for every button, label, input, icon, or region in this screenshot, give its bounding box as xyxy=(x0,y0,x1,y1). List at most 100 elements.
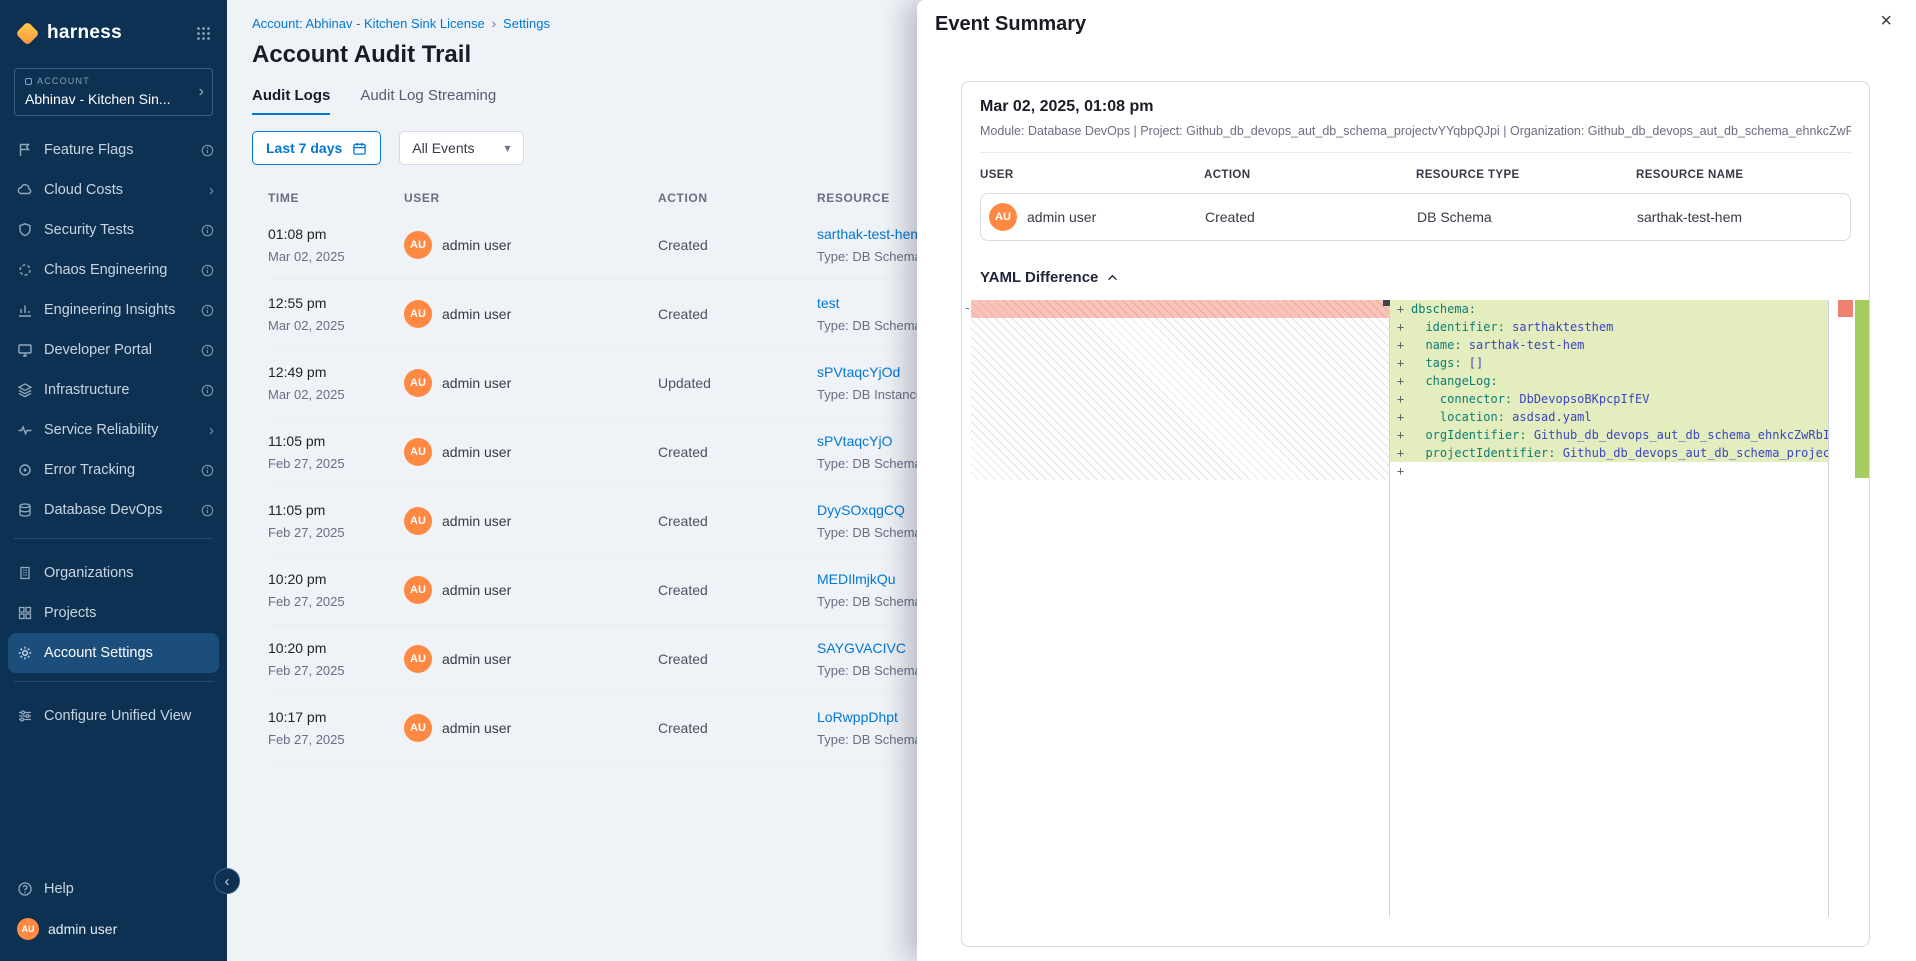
general-nav: Organizations Projects Account Settings xyxy=(0,547,227,673)
diff-added-line: + identifier: sarthaktesthem xyxy=(1390,318,1828,336)
event-summary-drawer: Event Summary × Mar 02, 2025, 01:08 pm M… xyxy=(917,0,1916,961)
diff-added-line: + changeLog: xyxy=(1390,372,1828,390)
sidebar-item-database-devops[interactable]: Database DevOps xyxy=(0,490,227,530)
sidebar: harness ACCOUNT Abhinav - Kitchen Sin...… xyxy=(0,0,227,961)
user-name: admin user xyxy=(48,921,117,937)
avatar: AU xyxy=(404,576,432,604)
cloud-icon xyxy=(17,182,33,198)
avatar: AU xyxy=(404,645,432,673)
sidebar-divider xyxy=(14,538,213,539)
sidebar-bottom: Help AU admin user xyxy=(0,869,227,961)
layers-icon xyxy=(17,382,33,398)
diff-removed-band xyxy=(971,300,1389,318)
module-nav: Feature Flags Cloud Costs › Security Tes… xyxy=(0,124,227,530)
shield-icon xyxy=(17,222,33,238)
event-resource-name: sarthak-test-hem xyxy=(1637,209,1850,225)
event-meta: Module: Database DevOps | Project: Githu… xyxy=(980,124,1851,153)
info-icon xyxy=(201,264,214,277)
chevron-up-icon xyxy=(1107,274,1118,281)
event-summary-card: Mar 02, 2025, 01:08 pm Module: Database … xyxy=(961,81,1870,947)
sidebar-item-account-settings[interactable]: Account Settings xyxy=(8,633,219,673)
bar-chart-icon xyxy=(17,302,33,318)
target-icon xyxy=(17,462,33,478)
event-action: Created xyxy=(1205,209,1417,225)
sidebar-item-configure-unified-view[interactable]: Configure Unified View xyxy=(0,696,227,736)
diff-added-line: + orgIdentifier: Github_db_devops_aut_db… xyxy=(1390,426,1828,444)
diff-minimap-added[interactable] xyxy=(1855,300,1869,478)
sidebar-item-developer-portal[interactable]: Developer Portal xyxy=(0,330,227,370)
sidebar-item-projects[interactable]: Projects xyxy=(0,593,227,633)
sidebar-item-cloud-costs[interactable]: Cloud Costs › xyxy=(0,170,227,210)
account-selector[interactable]: ACCOUNT Abhinav - Kitchen Sin... › xyxy=(14,68,213,116)
info-icon xyxy=(201,384,214,397)
info-icon xyxy=(201,504,214,517)
drawer-title: Event Summary xyxy=(935,13,1086,36)
tab-audit-log-streaming[interactable]: Audit Log Streaming xyxy=(360,87,496,115)
chevron-right-icon: › xyxy=(209,423,214,438)
diff-added-line: + connector: DbDevopsoBKpcpIfEV xyxy=(1390,390,1828,408)
sidebar-item-service-reliability[interactable]: Service Reliability › xyxy=(0,410,227,450)
app-grid-icon[interactable] xyxy=(196,26,211,41)
chevron-right-icon: › xyxy=(209,183,214,198)
avatar: AU xyxy=(404,714,432,742)
info-icon xyxy=(201,464,214,477)
sidebar-item-organizations[interactable]: Organizations xyxy=(0,553,227,593)
diff-trailing-line: + xyxy=(1390,462,1828,480)
calendar-icon xyxy=(352,141,367,156)
info-icon xyxy=(201,224,214,237)
harness-logo-text: harness xyxy=(47,22,122,44)
sidebar-collapse-button[interactable]: ‹ xyxy=(214,868,240,894)
sliders-icon xyxy=(17,708,33,724)
diff-added-line: + tags: [] xyxy=(1390,354,1828,372)
sidebar-item-help[interactable]: Help xyxy=(0,869,227,909)
sidebar-item-engineering-insights[interactable]: Engineering Insights xyxy=(0,290,227,330)
event-detail-table: USER ACTION RESOURCE TYPE RESOURCE NAME … xyxy=(962,153,1869,241)
diff-added-line: + name: sarthak-test-hem xyxy=(1390,336,1828,354)
date-range-button[interactable]: Last 7 days xyxy=(252,131,381,165)
help-icon xyxy=(17,881,33,897)
avatar: AU xyxy=(404,300,432,328)
sidebar-user[interactable]: AU admin user xyxy=(0,909,227,949)
building-icon xyxy=(17,565,33,581)
grid-squares-icon xyxy=(17,605,33,621)
sidebar-item-chaos-engineering[interactable]: Chaos Engineering xyxy=(0,250,227,290)
close-icon[interactable]: × xyxy=(1880,10,1892,33)
avatar: AU xyxy=(17,918,39,940)
avatar: AU xyxy=(404,231,432,259)
flag-icon xyxy=(17,142,33,158)
breadcrumb-account-link[interactable]: Account: Abhinav - Kitchen Sink License xyxy=(252,16,485,31)
diff-added-block: +dbschema: + identifier: sarthaktesthem … xyxy=(1390,300,1828,480)
harness-logo-icon xyxy=(15,21,39,45)
gear-icon xyxy=(17,645,33,661)
diff-added-line: + projectIdentifier: Github_db_devops_au… xyxy=(1390,444,1828,462)
sidebar-item-error-tracking[interactable]: Error Tracking xyxy=(0,450,227,490)
yaml-diff-viewer: - +dbschema: + identifier: sarthaktesthe… xyxy=(962,300,1869,917)
sidebar-item-feature-flags[interactable]: Feature Flags xyxy=(0,130,227,170)
breadcrumb-settings-link[interactable]: Settings xyxy=(503,16,550,31)
database-icon xyxy=(17,502,33,518)
info-icon xyxy=(201,344,214,357)
avatar: AU xyxy=(989,203,1017,231)
avatar: AU xyxy=(404,507,432,535)
chaos-icon xyxy=(17,262,33,278)
footer-nav: Configure Unified View xyxy=(0,690,227,736)
avatar: AU xyxy=(404,438,432,466)
diff-pane-divider xyxy=(1828,300,1829,917)
account-label: ACCOUNT xyxy=(25,76,190,86)
event-table-row: AU admin user Created DB Schema sarthak-… xyxy=(980,193,1851,241)
chevron-right-icon: › xyxy=(199,83,204,101)
account-icon xyxy=(25,78,32,85)
account-name: Abhinav - Kitchen Sin... xyxy=(25,91,190,107)
event-timestamp: Mar 02, 2025, 01:08 pm xyxy=(980,98,1851,116)
diff-minimap-removed[interactable] xyxy=(1838,300,1853,317)
logo-row: harness xyxy=(0,0,227,56)
sidebar-item-security-tests[interactable]: Security Tests xyxy=(0,210,227,250)
event-type-select[interactable]: All Events ▾ xyxy=(399,131,523,165)
event-header: Mar 02, 2025, 01:08 pm Module: Database … xyxy=(962,82,1869,153)
tab-audit-logs[interactable]: Audit Logs xyxy=(252,87,330,115)
sidebar-item-infrastructure[interactable]: Infrastructure xyxy=(0,370,227,410)
diff-empty-hatch xyxy=(971,318,1389,480)
monitor-icon xyxy=(17,342,33,358)
info-icon xyxy=(201,144,214,157)
yaml-difference-toggle[interactable]: YAML Difference xyxy=(980,269,1851,286)
